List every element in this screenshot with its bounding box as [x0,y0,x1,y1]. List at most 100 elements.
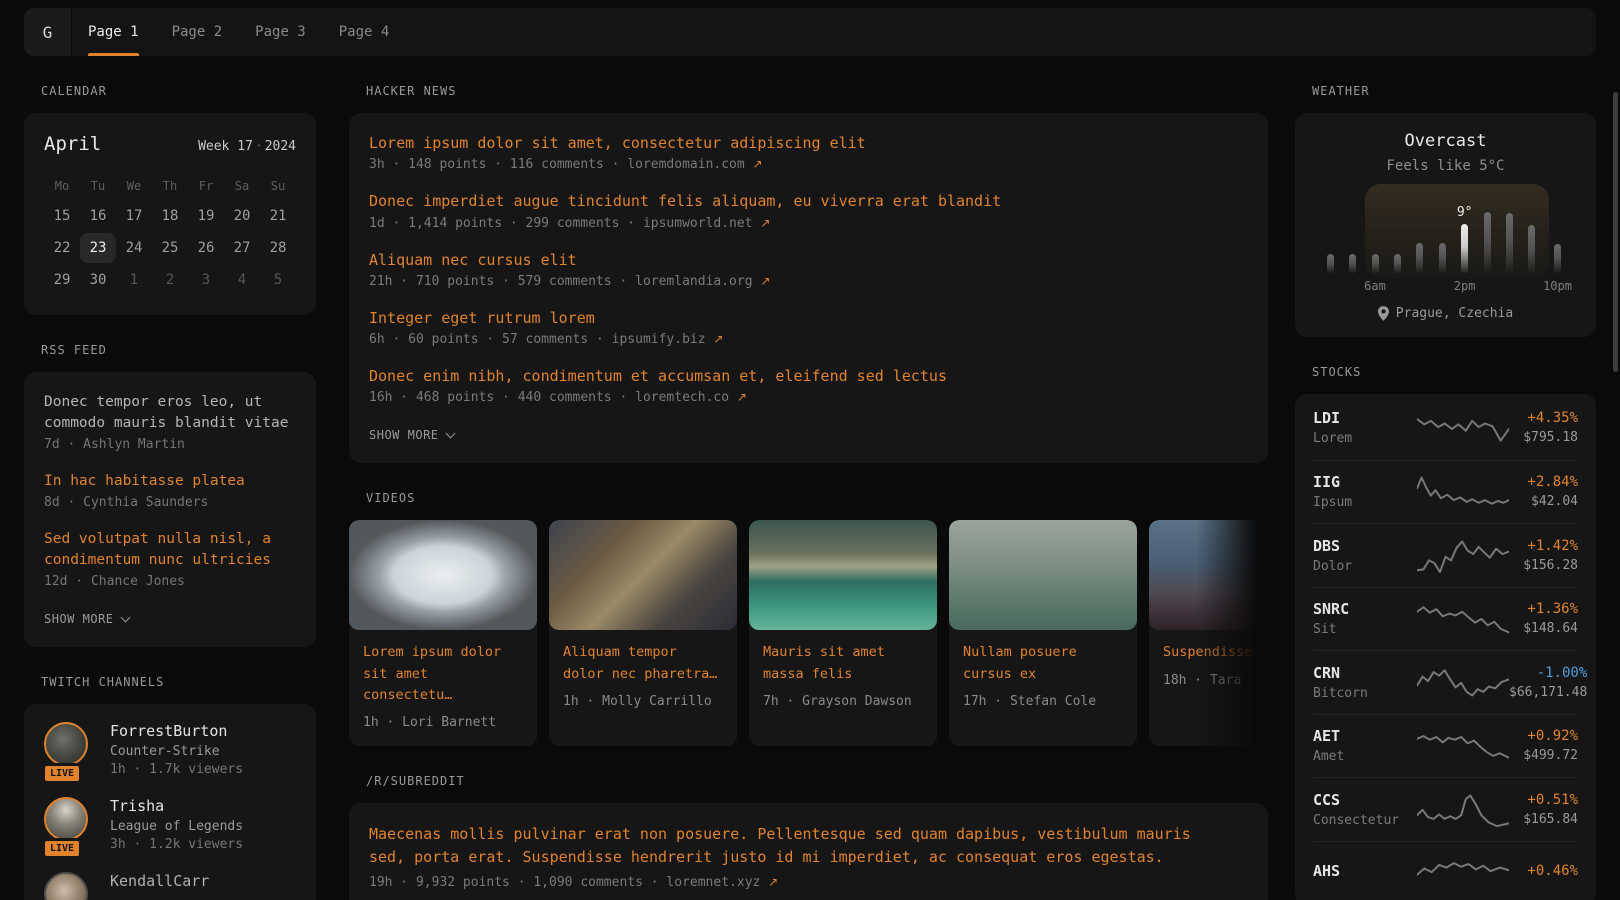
stock-sparkline [1417,791,1509,827]
weather-location-row: Prague, Czechia [1315,306,1576,321]
separator-dot: · [619,274,627,289]
page-tab[interactable]: Page 4 [339,8,390,56]
hour-column: 10pm [1543,192,1572,294]
stock-change: +4.35% [1523,410,1578,426]
weekday-label: Sa [224,179,260,193]
stock-row[interactable]: DBS Dolor +1.42% $156.28 [1313,523,1578,587]
calendar-year: 2024 [265,139,296,154]
rss-item-title[interactable]: Sed volutpat nulla nisl, a condimentum n… [44,529,296,571]
rss-item-meta: 12d · Chance Jones [44,574,296,589]
separator-dot: · [619,390,627,405]
reddit-post-title[interactable]: Maecenas mollis pulvinar erat non posuer… [369,823,1229,870]
news-item-title[interactable]: Lorem ipsum dolor sit amet, consectetur … [369,133,1248,153]
stock-row[interactable]: LDI Lorem +4.35% $795.18 [1313,396,1578,460]
stock-sparkline [1417,855,1509,891]
videos-section: VIDEOS Lorem ipsum dolor sit amet consec… [349,491,1268,746]
calendar-day: 17 [116,201,152,231]
domain-text: ipsumify.biz [612,332,706,347]
stock-price: $499.72 [1523,748,1578,763]
hour-column [1319,192,1341,294]
temperature-bar [1506,213,1513,274]
rss-item-title[interactable]: In hac habitasse platea [44,471,296,492]
calendar-week-year: Week 17·2024 [198,139,296,154]
app-logo[interactable]: G [24,8,72,56]
twitch-channel[interactable]: LIVE KendallCarr [44,872,296,900]
stock-id: IIG Ipsum [1313,473,1417,510]
twitch-channel[interactable]: LIVE ForrestBurton Counter-Strike 1h · 1… [44,722,296,777]
page-tab[interactable]: Page 1 [88,8,139,56]
separator-dot: · [612,157,620,172]
stock-row[interactable]: IIG Ipsum +2.84% $42.04 [1313,460,1578,524]
news-item-domain[interactable]: ipsumify.biz ↗ [612,332,724,347]
video-meta: 18h · Tara [1163,673,1268,688]
reddit-post-domain[interactable]: loremnet.xyz ↗ [666,875,778,890]
stock-row[interactable]: CRN Bitcorn -1.00% $66,171.48 [1313,650,1578,714]
video-thumbnail[interactable] [549,520,737,630]
domain-text: ipsumworld.net [643,216,753,231]
stock-sparkline [1417,728,1509,764]
hackernews-show-more-button[interactable]: SHOW MORE [369,428,454,442]
domain-text: loremdomain.com [627,157,744,172]
stock-row[interactable]: SNRC Sit +1.36% $148.64 [1313,587,1578,651]
calendar-day: 26 [188,233,224,263]
temperature-bar [1528,225,1535,274]
news-item-title[interactable]: Aliquam nec cursus elit [369,250,1248,270]
rss-section-title: RSS FEED [24,343,316,357]
page-tab-label: Page 4 [339,24,390,40]
page-tab[interactable]: Page 3 [255,8,306,56]
stock-price: $165.84 [1523,812,1578,827]
video-thumbnail[interactable] [349,520,537,630]
video-card[interactable]: Suspendisse diam 18h · Tara [1149,520,1268,746]
news-item-title[interactable]: Integer eget rutrum lorem [369,308,1248,328]
page-tabs: Page 1 Page 2 Page 3 Page 4 [72,8,389,56]
calendar-day: 18 [152,201,188,231]
video-card[interactable]: Aliquam tempor dolor nec pharetra… 1h · … [549,520,737,746]
stock-row[interactable]: AET Amet +0.92% $499.72 [1313,714,1578,778]
external-link-icon: ↗ [768,875,778,889]
reddit-post-meta: 19h · 9,932 points · 1,090 comments · lo… [369,875,1248,890]
weekday-label: Fr [188,179,224,193]
stock-id: DBS Dolor [1313,537,1417,574]
news-item-title[interactable]: Donec enim nibh, condimentum et accumsan… [369,366,1248,386]
temperature-bar [1461,224,1468,274]
news-item-domain[interactable]: loremdomain.com ↗ [627,157,762,172]
weather-condition: Overcast [1315,131,1576,151]
page-tab-label: Page 2 [172,24,223,40]
weekday-label: Su [260,179,296,193]
video-title[interactable]: Suspendisse diam [1163,642,1268,663]
page-tab[interactable]: Page 2 [172,8,223,56]
twitch-channel[interactable]: LIVE Trisha League of Legends 3h · 1.2k … [44,797,296,852]
news-item-domain[interactable]: loremtech.co ↗ [635,390,747,405]
video-title[interactable]: Lorem ipsum dolor sit amet consectetu… [363,642,523,706]
stock-sparkline [1417,601,1509,637]
calendar-widget: April Week 17·2024 MoTuWeThFrSaSu 151617… [24,113,316,315]
stock-sparkline [1417,474,1509,510]
calendar-day: 1 [116,265,152,295]
video-thumbnail[interactable] [1149,520,1268,630]
video-thumbnail[interactable] [949,520,1137,630]
video-thumbnail[interactable] [749,520,937,630]
stock-name: Lorem [1313,431,1417,446]
news-item-stats: 21h · 710 points · 579 comments [369,274,612,289]
video-card[interactable]: Nullam posuere cursus ex 17h · Stefan Co… [949,520,1137,746]
stock-row[interactable]: AHS +0.46% [1313,841,1578,900]
news-item-stats: 1d · 1,414 points · 299 comments [369,216,619,231]
video-card[interactable]: Lorem ipsum dolor sit amet consectetu… 1… [349,520,537,746]
stock-row[interactable]: CCS Consectetur +0.51% $165.84 [1313,777,1578,841]
channel-name[interactable]: ForrestBurton [110,722,243,740]
news-item-domain[interactable]: ipsumworld.net ↗ [643,216,770,231]
videos-section-title: VIDEOS [349,491,1268,505]
rss-show-more-button[interactable]: SHOW MORE [44,612,129,626]
news-item-title[interactable]: Donec imperdiet augue tincidunt felis al… [369,191,1248,211]
news-item-domain[interactable]: loremlandia.org ↗ [635,274,770,289]
rss-item-title[interactable]: Donec tempor eros leo, ut commodo mauris… [44,392,296,434]
stock-id: AHS [1313,862,1417,884]
video-title[interactable]: Aliquam tempor dolor nec pharetra… [563,642,723,685]
channel-name[interactable]: KendallCarr [110,872,209,890]
video-title[interactable]: Mauris sit amet massa felis [763,642,923,685]
video-title[interactable]: Nullam posuere cursus ex [963,642,1123,685]
video-card[interactable]: Mauris sit amet massa felis 7h · Grayson… [749,520,937,746]
channel-name[interactable]: Trisha [110,797,243,815]
page-scrollbar[interactable] [1613,92,1618,372]
temperature-bar [1554,244,1561,274]
